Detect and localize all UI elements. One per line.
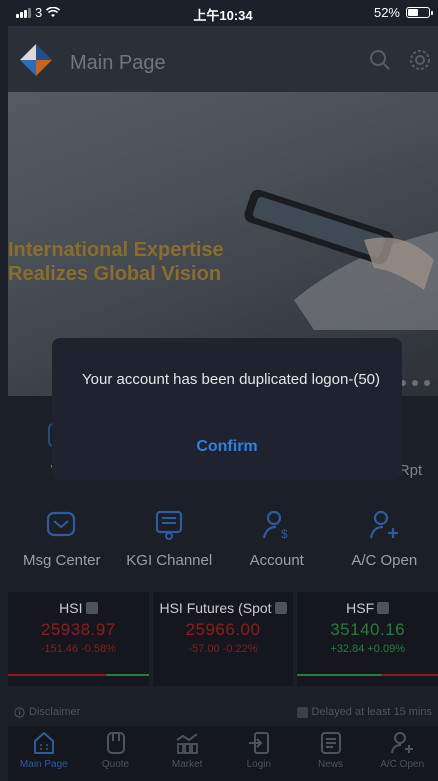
confirm-button[interactable]: Confirm — [52, 438, 402, 456]
screen: 3 上午10:34 52% Main Page International Ex… — [0, 0, 438, 781]
alert-dialog: Your account has been duplicated logon-(… — [52, 338, 402, 480]
dialog-message: Your account has been duplicated logon-(… — [82, 371, 380, 388]
